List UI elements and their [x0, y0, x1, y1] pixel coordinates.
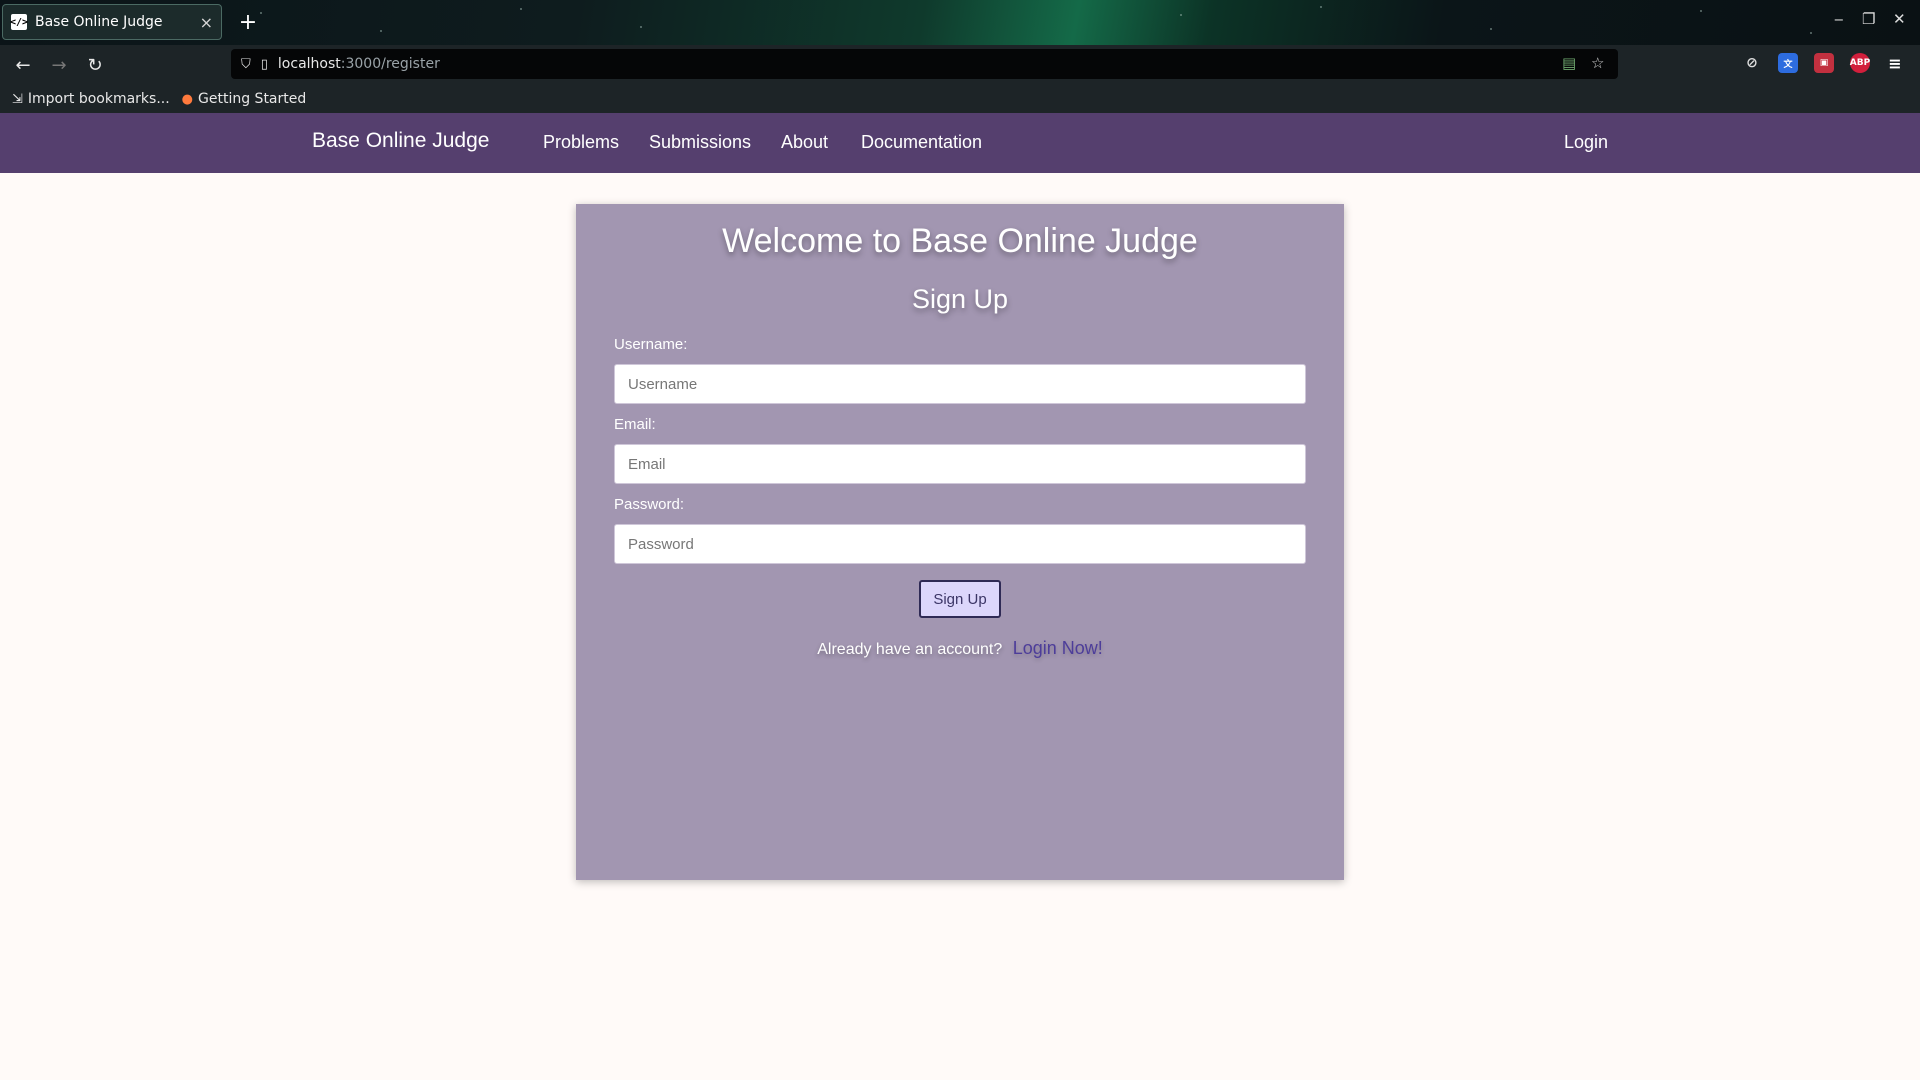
image-icon[interactable]: ▣: [1814, 53, 1834, 73]
signup-card: Welcome to Base Online Judge Sign Up Use…: [576, 204, 1344, 880]
bookmark-label: Import bookmarks...: [27, 91, 170, 107]
password-input[interactable]: [614, 524, 1306, 564]
nav-about[interactable]: About: [781, 132, 828, 153]
nav-login[interactable]: Login: [1564, 132, 1608, 153]
already-text: Already have an account?: [817, 641, 1003, 658]
forward-button[interactable]: →: [46, 52, 72, 78]
pocket-icon[interactable]: ⊘: [1742, 53, 1762, 73]
nav-problems[interactable]: Problems: [543, 132, 619, 153]
page-title: Welcome to Base Online Judge: [722, 222, 1198, 260]
bookmark-label: Getting Started: [198, 91, 307, 107]
brand-logo[interactable]: Base Online Judge: [312, 129, 489, 153]
email-label: Email:: [614, 416, 656, 433]
restore-icon[interactable]: ❐: [1862, 10, 1875, 28]
reload-button[interactable]: ↻: [82, 52, 108, 78]
password-label: Password:: [614, 496, 685, 513]
new-tab-button[interactable]: +: [234, 8, 262, 36]
code-icon: </>: [10, 14, 28, 30]
page-icon: ▯: [260, 56, 268, 72]
tab-title: Base Online Judge: [35, 14, 163, 30]
login-now-link[interactable]: Login Now!: [1013, 638, 1103, 658]
window-close-icon[interactable]: ✕: [1893, 10, 1906, 28]
translate-icon[interactable]: 文: [1778, 53, 1798, 73]
login-prompt: Already have an account? Login Now!: [576, 638, 1344, 659]
import-icon: ⇲: [12, 91, 23, 107]
email-input[interactable]: [614, 444, 1306, 484]
bookmark-import[interactable]: ⇲ Import bookmarks...: [12, 91, 170, 107]
bookmark-getting-started[interactable]: ● Getting Started: [182, 91, 307, 107]
browser-tab-bar: </> Base Online Judge × + ‒ ❐ ✕: [0, 0, 1920, 45]
menu-icon[interactable]: ≡: [1885, 53, 1905, 73]
firefox-icon: ●: [181, 91, 194, 107]
adblock-icon[interactable]: ABP: [1850, 53, 1870, 73]
nav-documentation[interactable]: Documentation: [861, 132, 982, 153]
browser-tab[interactable]: </> Base Online Judge ×: [2, 4, 222, 40]
form-heading: Sign Up: [911, 284, 1009, 314]
url-bar[interactable]: ⛉ ▯ localhost :3000/register ▤ ☆: [231, 49, 1618, 79]
username-input[interactable]: [614, 364, 1306, 404]
url-host: localhost: [277, 56, 341, 72]
translate-page-icon[interactable]: ▤: [1562, 54, 1576, 72]
minimize-icon[interactable]: ‒: [1834, 10, 1844, 28]
back-button[interactable]: ←: [10, 52, 36, 78]
url-path: :3000/register: [340, 56, 440, 72]
bookmark-star-icon[interactable]: ☆: [1591, 54, 1604, 72]
close-icon[interactable]: ×: [200, 13, 213, 32]
app-navbar: Base Online Judge Problems Submissions A…: [0, 113, 1920, 173]
nav-submissions[interactable]: Submissions: [649, 132, 751, 153]
shield-icon: ⛉: [241, 56, 251, 72]
username-label: Username:: [614, 336, 688, 353]
bookmarks-bar: ⇲ Import bookmarks... ● Getting Started: [0, 85, 1920, 113]
signup-button[interactable]: Sign Up: [919, 580, 1001, 618]
